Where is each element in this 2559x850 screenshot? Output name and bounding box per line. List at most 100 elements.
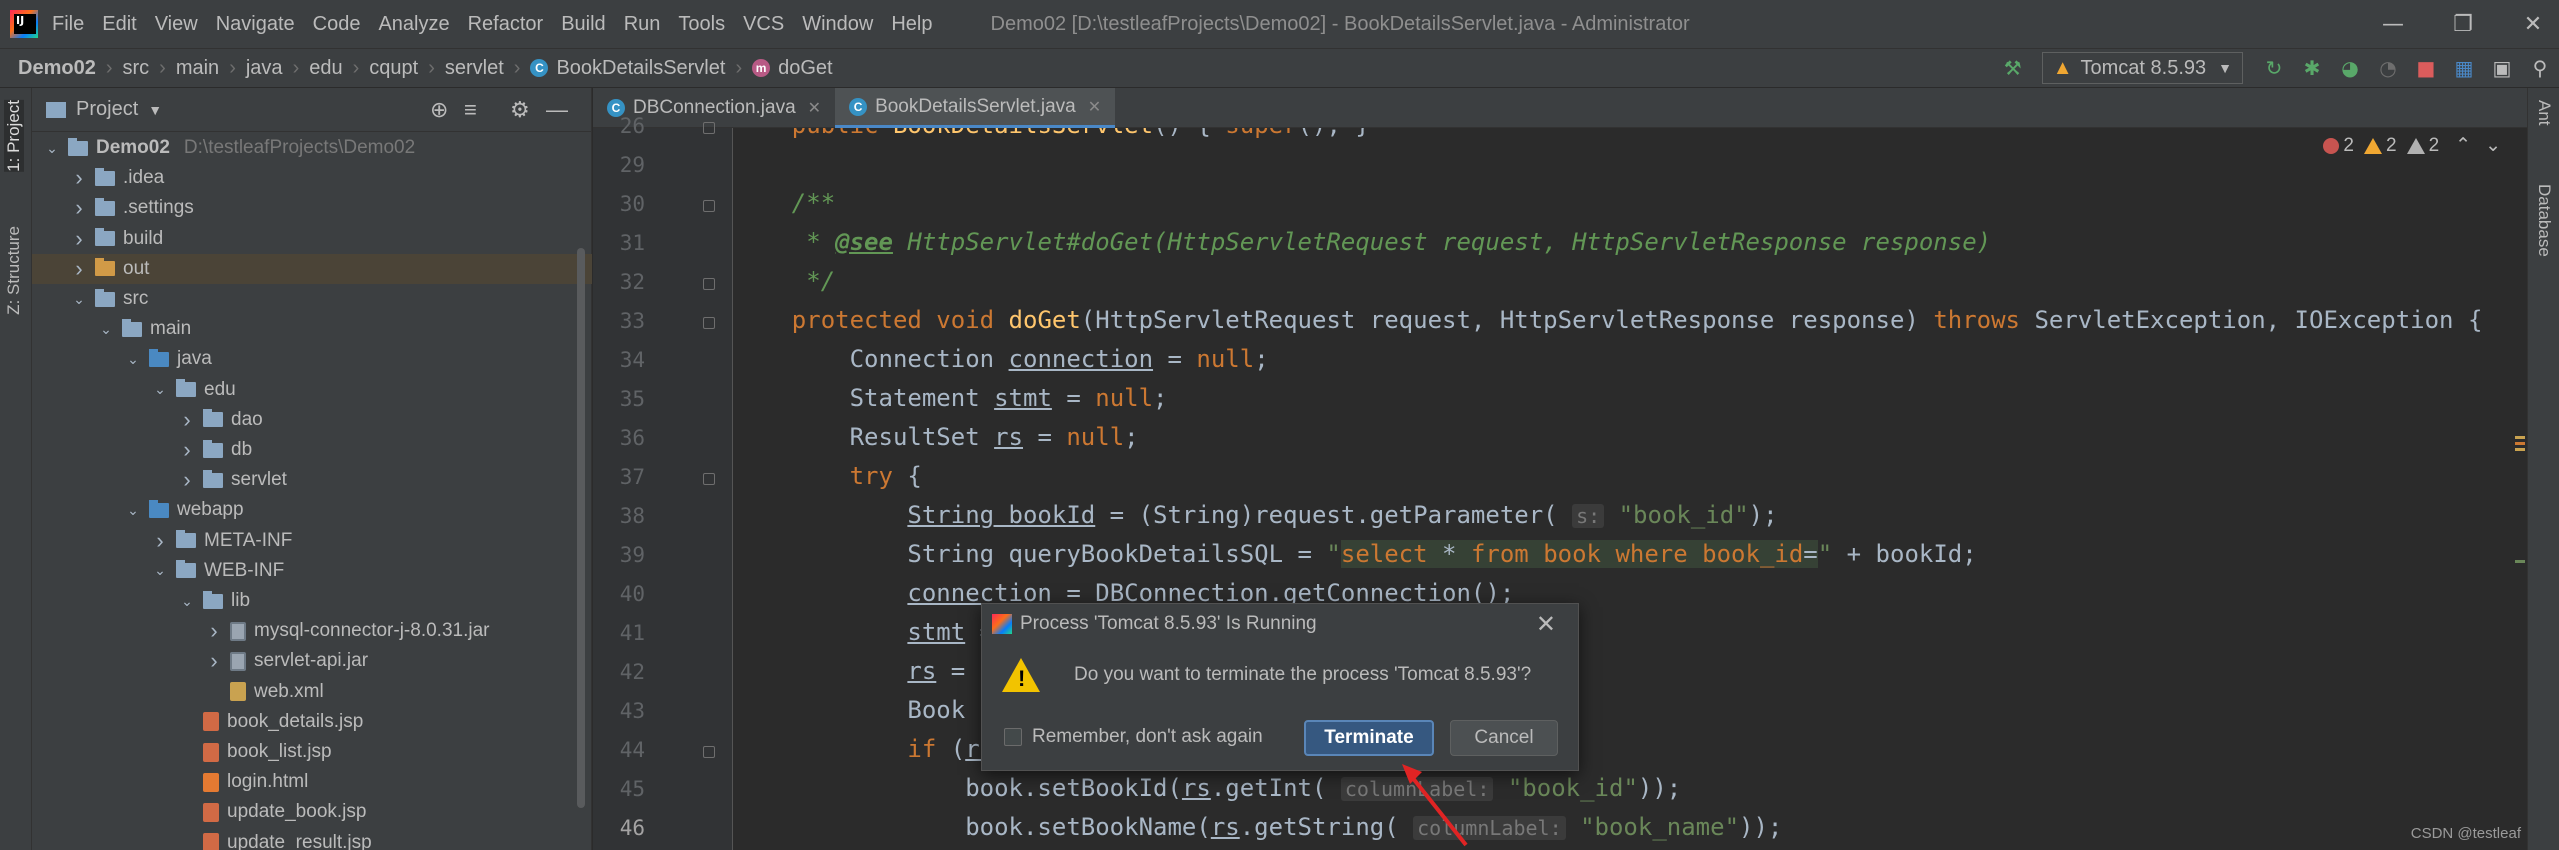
layout-icon[interactable]: ▣ [2487,53,2517,83]
chevron-down-icon[interactable]: ⌄ [152,562,168,579]
tree-item-build[interactable]: › build [32,224,592,254]
tool-tab-project[interactable]: 1: Project [4,100,24,172]
tree-item-db[interactable]: › db [32,435,592,465]
tree-item-out[interactable]: › out [32,253,592,284]
code-line[interactable]: book.setBookName(rs.getString( columnLab… [734,808,1782,847]
fold-marker-icon[interactable] [703,200,715,212]
tree-item-src[interactable]: ⌄ src [32,284,592,314]
close-icon[interactable]: ✕ [1536,610,1556,639]
code-line[interactable]: * @see HttpServlet#doGet(HttpServletRequ… [734,223,1991,262]
tree-item-lib[interactable]: ⌄ lib [32,586,592,616]
breadcrumb-cqupt[interactable]: cqupt [369,57,418,80]
chevron-right-icon[interactable]: › [206,648,222,674]
code-line[interactable]: ResultSet rs = null; [734,418,1139,457]
chevron-right-icon[interactable]: › [206,618,222,644]
project-panel-title[interactable]: Project [76,98,138,121]
chevron-down-icon[interactable]: ⌄ [125,502,141,519]
terminate-button[interactable]: Terminate [1304,720,1434,756]
inspection-widget[interactable]: 2 2 2 ⌃ ⌄ [2323,134,2501,157]
project-structure-icon[interactable]: ▦ [2449,53,2479,83]
menu-code[interactable]: Code [313,13,361,36]
menu-tools[interactable]: Tools [678,13,725,36]
menu-refactor[interactable]: Refactor [468,13,544,36]
tree-item-settings[interactable]: › .settings [32,193,592,223]
tool-tab-database[interactable]: Database [2534,184,2554,257]
build-hammer-icon[interactable]: ⚒ [1998,53,2028,83]
warning-marker[interactable] [2515,442,2525,445]
tree-item-web-inf[interactable]: ⌄ WEB-INF [32,556,592,586]
close-tab-icon[interactable]: ✕ [808,98,821,118]
code-line[interactable]: book.setBookId(rs.getInt( columnLabel: "… [734,769,1681,808]
chevron-right-icon[interactable]: › [179,467,195,493]
tool-tab-structure[interactable]: Z: Structure [4,226,24,315]
code-line[interactable]: try { [734,457,922,496]
code-line[interactable]: Connection connection = null; [734,340,1269,379]
chevron-right-icon[interactable]: › [179,407,195,433]
warning-marker[interactable] [2515,448,2525,451]
collapse-all-icon[interactable]: ≡ [464,97,477,123]
breadcrumb-servlet[interactable]: servlet [445,57,504,80]
project-scrollbar[interactable] [577,248,585,808]
tree-item-meta-inf[interactable]: › META-INF [32,526,592,556]
chevron-right-icon[interactable]: › [71,226,87,252]
close-tab-icon[interactable]: ✕ [1088,97,1101,117]
fold-marker-icon[interactable] [703,473,715,485]
menu-file[interactable]: File [52,13,84,36]
stop-icon[interactable]: ■ [2411,53,2441,83]
tree-item-java[interactable]: ⌄ java [32,344,592,374]
breadcrumb-class[interactable]: BookDetailsServlet [556,57,725,80]
chevron-up-icon[interactable]: ⌃ [2455,134,2471,157]
tree-item-servlet-api-jar[interactable]: › servlet-api.jar [32,646,592,676]
chevron-down-icon[interactable]: ⌄ [179,593,195,610]
chevron-down-icon[interactable]: ⌄ [98,321,114,338]
close-window-icon[interactable]: ✕ [2498,0,2559,48]
warning-marker[interactable] [2515,560,2525,563]
code-line[interactable]: /** [734,184,835,223]
chevron-right-icon[interactable]: › [71,165,87,191]
fold-marker-icon[interactable] [703,317,715,329]
tree-item-main[interactable]: ⌄ main [32,314,592,344]
fold-marker-icon[interactable] [703,278,715,290]
debug-icon[interactable]: ✱ [2297,53,2327,83]
hide-panel-icon[interactable]: — [546,97,568,123]
chevron-down-icon[interactable]: ⌄ [44,140,60,157]
tree-item-book-details-jsp[interactable]: book_details.jsp [32,707,592,737]
tree-item-mysql-connector-j-8-0-31-jar[interactable]: › mysql-connector-j-8.0.31.jar [32,616,592,646]
editor-tab-bookdetailsservlet[interactable]: C BookDetailsServlet.java ✕ [835,88,1116,128]
gear-icon[interactable]: ⚙ [510,97,530,123]
error-stripe[interactable] [2513,128,2527,850]
chevron-right-icon[interactable]: › [179,437,195,463]
breadcrumb-edu[interactable]: edu [309,57,342,80]
locate-icon[interactable]: ⊕ [430,97,448,123]
tree-item-servlet[interactable]: › servlet [32,465,592,495]
chevron-down-icon[interactable]: ⌄ [71,291,87,308]
code-line[interactable]: */ [734,262,835,301]
tree-item-dao[interactable]: › dao [32,405,592,435]
remember-checkbox[interactable]: Remember, don't ask again [1004,726,1263,748]
menu-build[interactable]: Build [561,13,605,36]
fold-marker-icon[interactable] [703,746,715,758]
tree-item-login-html[interactable]: login.html [32,767,592,797]
tree-item-book-list-jsp[interactable]: book_list.jsp [32,737,592,767]
tree-item-edu[interactable]: ⌄ edu [32,375,592,405]
tree-item-webapp[interactable]: ⌄ webapp [32,495,592,525]
breadcrumb-src[interactable]: src [122,57,149,80]
breadcrumb-java[interactable]: java [246,57,283,80]
tool-tab-ant[interactable]: Ant [2534,100,2554,126]
code-line[interactable]: public BookDetailsServlet() { super(); } [734,128,1370,145]
tree-item-update-book-jsp[interactable]: update_book.jsp [32,797,592,827]
restore-icon[interactable]: ❐ [2428,0,2498,48]
tree-item-idea[interactable]: › .idea [32,163,592,193]
fold-marker-icon[interactable] [703,122,715,134]
chevron-down-icon[interactable]: ▼ [148,102,162,118]
chevron-right-icon[interactable]: › [152,528,168,554]
coverage-icon[interactable]: ◕ [2335,53,2365,83]
checkbox-box[interactable] [1004,728,1022,746]
breadcrumb-main[interactable]: main [176,57,219,80]
chevron-down-icon[interactable]: ⌄ [152,381,168,398]
breadcrumb-project[interactable]: Demo02 [18,57,96,80]
menu-window[interactable]: Window [802,13,873,36]
minimize-icon[interactable]: — [2358,0,2428,48]
menu-help[interactable]: Help [891,13,932,36]
menu-edit[interactable]: Edit [102,13,136,36]
